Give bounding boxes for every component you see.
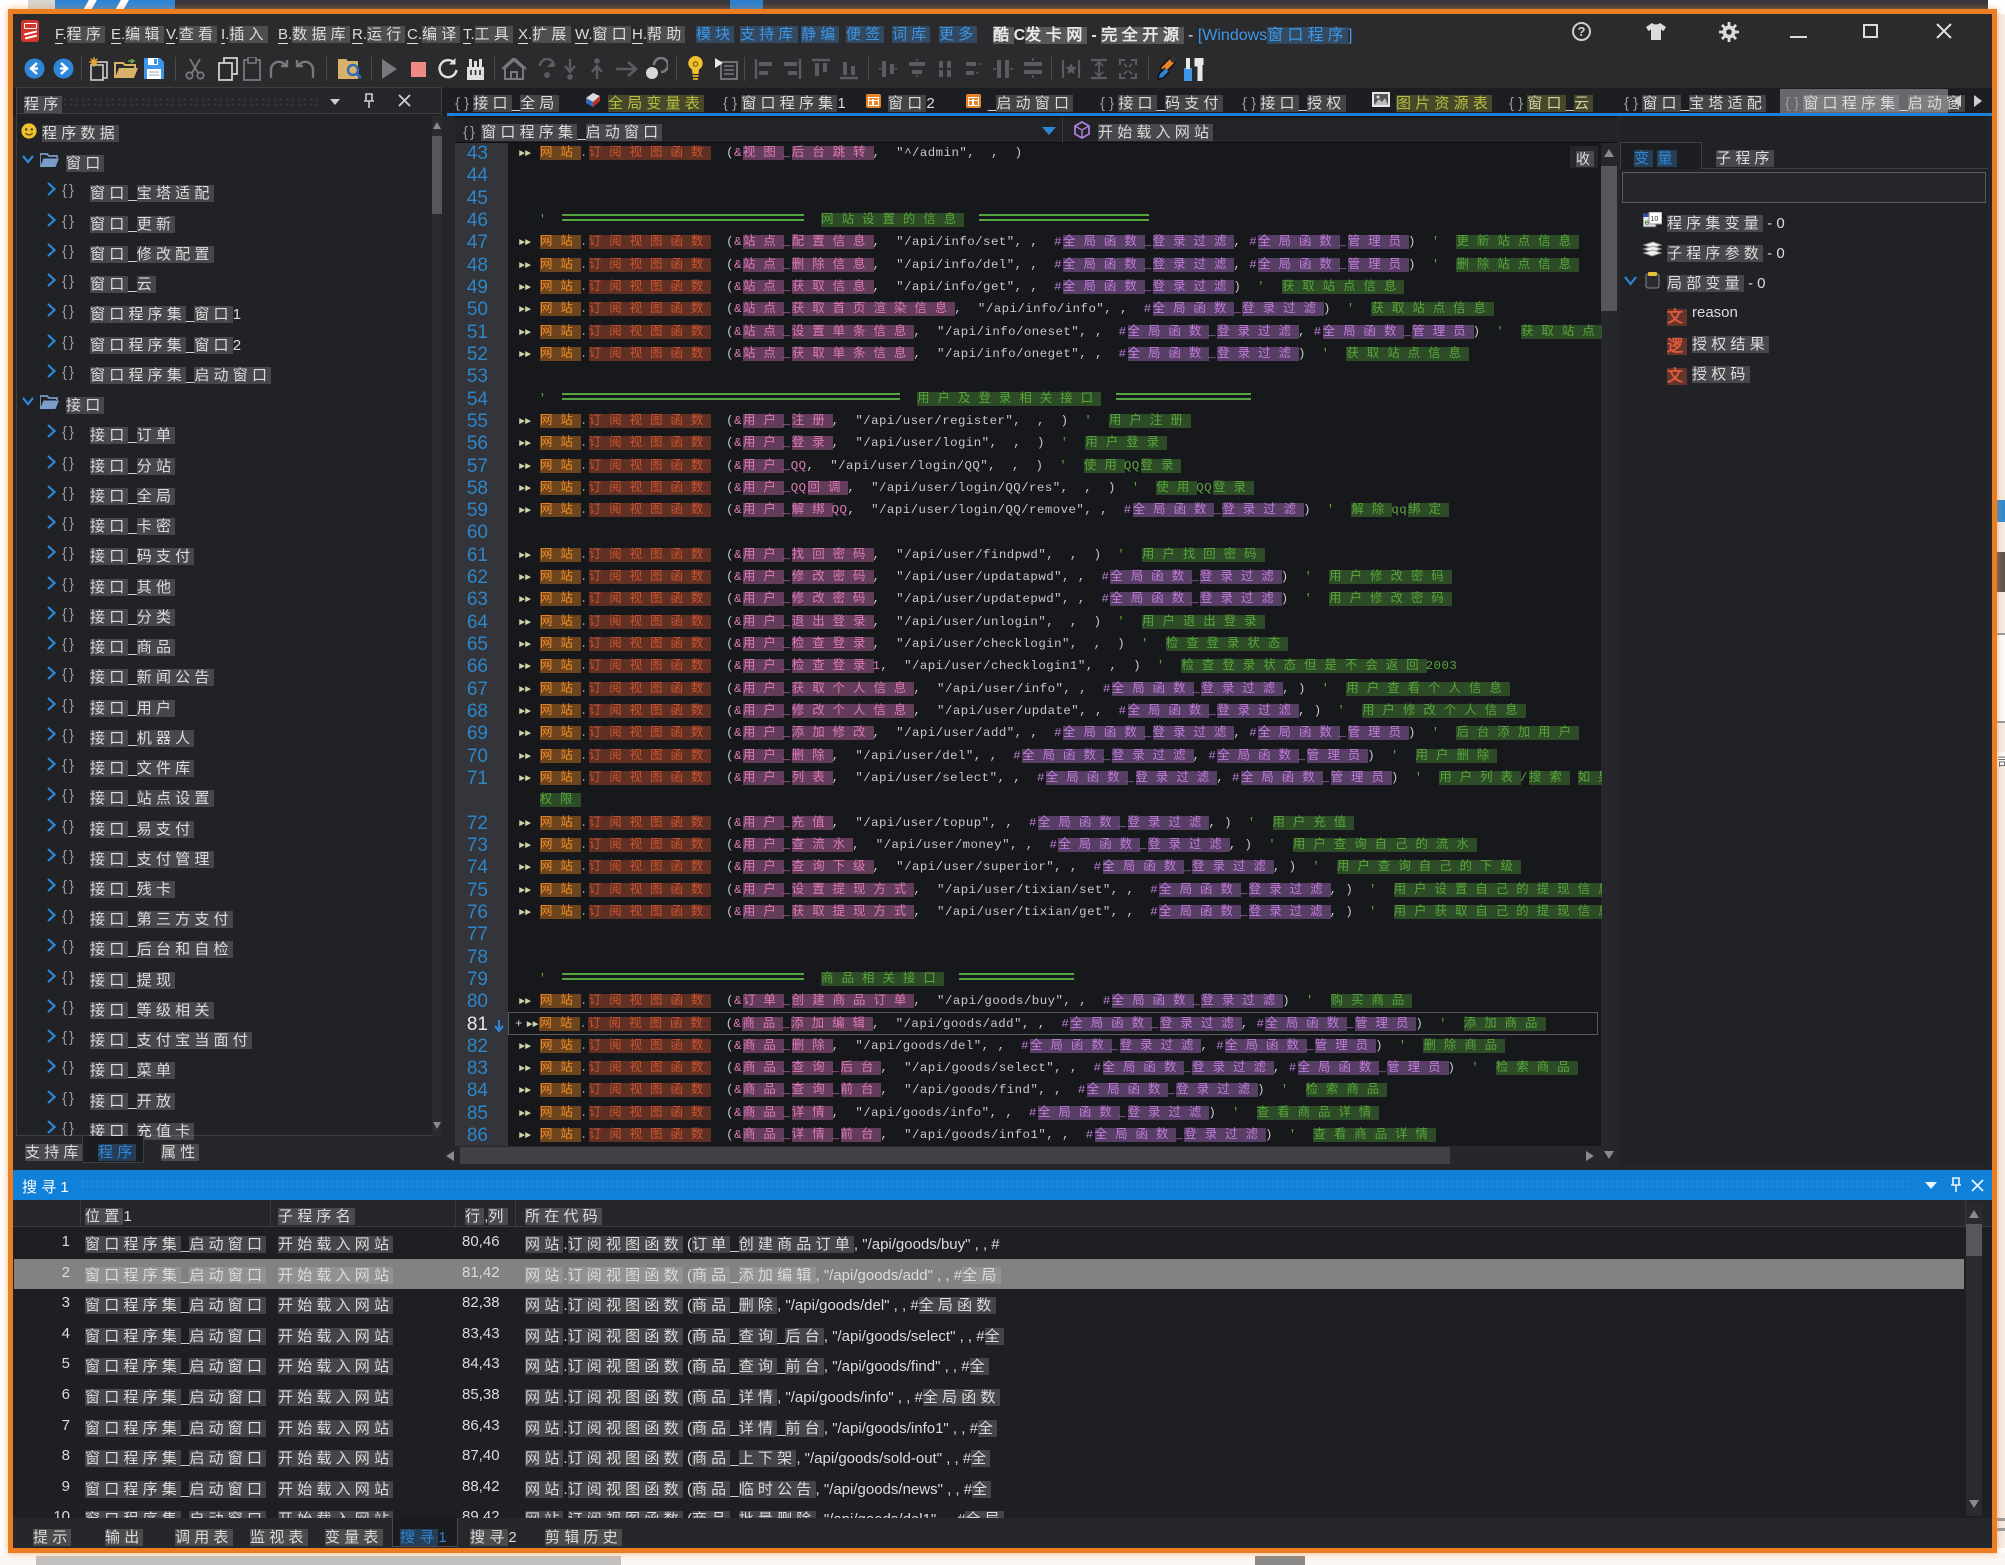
svg-text:e: e: [1645, 218, 1650, 227]
svg-text:10: 10: [1651, 216, 1659, 223]
